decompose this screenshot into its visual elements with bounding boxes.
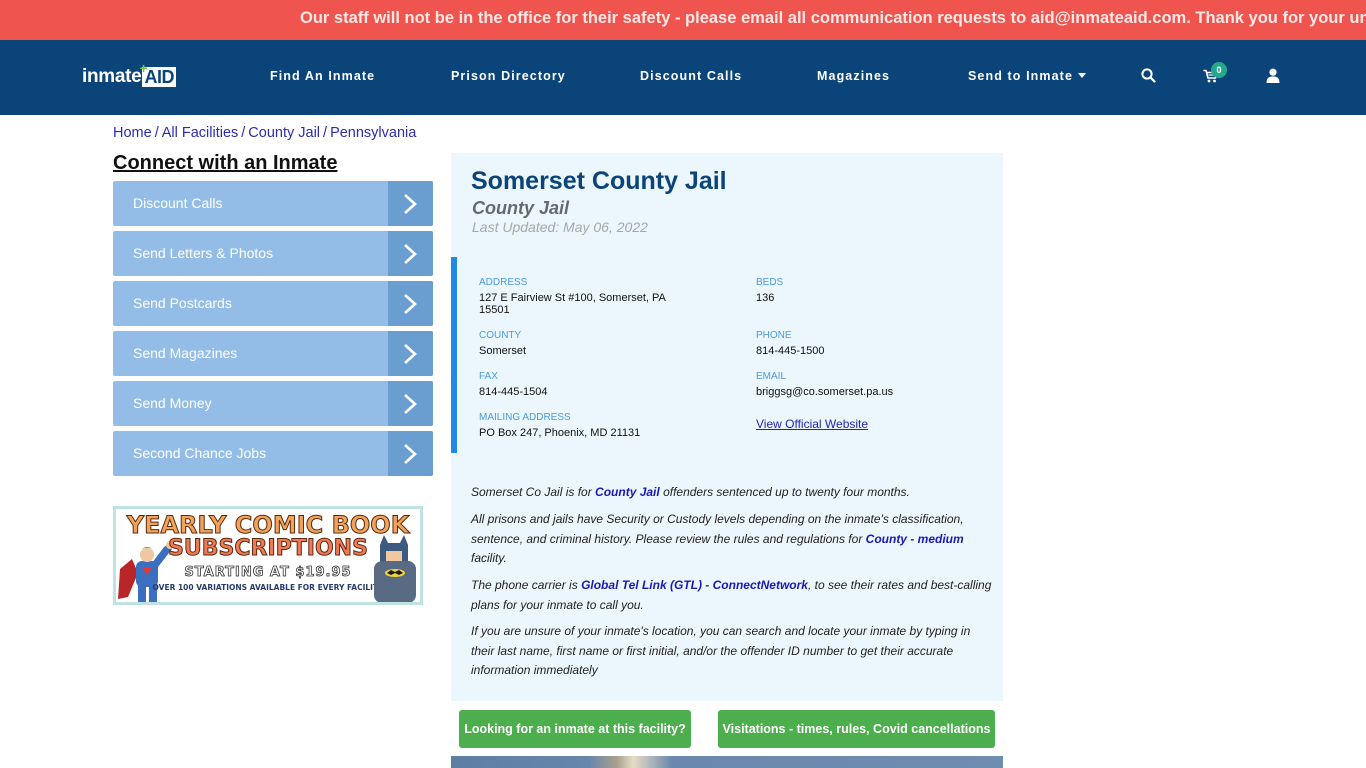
find-inmate-at-facility-button[interactable]: Looking for an inmate at this facility?	[459, 710, 691, 748]
user-icon[interactable]	[1266, 68, 1280, 88]
phone-field: PHONE 814-445-1500	[756, 330, 956, 357]
county-value: Somerset	[479, 345, 527, 357]
cart-count-badge: 0	[1211, 62, 1227, 78]
description-paragraph-3: The phone carrier is Global Tel Link (GT…	[471, 578, 992, 612]
beds-field: BEDS 136	[756, 277, 956, 304]
county-label: COUNTY	[479, 330, 522, 341]
sidebar-button-label: Discount Calls	[133, 195, 223, 211]
superhero-right-illustration	[374, 535, 416, 602]
description-paragraph-2: All prisons and jails have Security or C…	[471, 512, 964, 565]
county-jail-link[interactable]: County Jail	[595, 485, 660, 499]
description-paragraph-4: If you are unsure of your inmate's locat…	[471, 624, 971, 677]
beds-value: 136	[756, 292, 775, 304]
breadcrumb-pennsylvania[interactable]: Pennsylvania	[330, 125, 416, 141]
phone-label: PHONE	[756, 330, 792, 341]
nav-send-to-inmate[interactable]: Send to Inmate	[968, 69, 1086, 83]
chevron-right-icon	[388, 281, 433, 326]
description-paragraph-1: Somerset Co Jail is for County Jail offe…	[471, 485, 910, 499]
sidebar-button-label: Send Money	[133, 395, 212, 411]
nav-prison-directory[interactable]: Prison Directory	[451, 69, 566, 83]
email-field: EMAIL briggsg@co.somerset.pa.us	[756, 371, 956, 398]
sidebar-discount-calls-button[interactable]: Discount Calls	[113, 181, 433, 226]
fax-label: FAX	[479, 371, 498, 382]
chevron-right-icon	[388, 381, 433, 426]
nav-find-an-inmate[interactable]: Find An Inmate	[270, 69, 375, 83]
comic-subscription-ad[interactable]: YEARLY COMIC BOOK SUBSCRIPTIONS STARTING…	[113, 506, 423, 605]
alert-text: Our staff will not be in the office for …	[300, 9, 1366, 27]
facility-panel: Somerset County Jail County Jail Last Up…	[451, 153, 1003, 701]
sidebar-second-chance-jobs-button[interactable]: Second Chance Jobs	[113, 431, 433, 476]
mailing-address-value: PO Box 247, Phoenix, MD 21131	[479, 427, 641, 439]
sidebar-title: Connect with an Inmate	[113, 152, 338, 174]
sidebar-send-money-button[interactable]: Send Money	[113, 381, 433, 426]
phone-value: 814-445-1500	[756, 345, 825, 357]
mailing-address-label: MAILING ADDRESS	[479, 412, 571, 423]
chevron-right-icon	[388, 231, 433, 276]
facility-name: Somerset County Jail	[471, 167, 727, 195]
website-field: View Official Website	[756, 415, 956, 433]
breadcrumb-all-facilities[interactable]: All Facilities	[162, 125, 239, 141]
county-medium-link[interactable]: County - medium	[866, 532, 964, 546]
fax-value: 814-445-1504	[479, 386, 548, 398]
sidebar-button-label: Second Chance Jobs	[133, 445, 267, 461]
chevron-right-icon	[388, 431, 433, 476]
sidebar-button-label: Send Magazines	[133, 345, 238, 361]
top-navbar: inmate + AID Find An Inmate Prison Direct…	[0, 40, 1366, 115]
breadcrumb-county-jail[interactable]: County Jail	[248, 125, 320, 141]
sidebar-button-label: Send Postcards	[133, 295, 232, 311]
logo-text-aid: + AID	[139, 60, 176, 87]
search-icon[interactable]	[1141, 68, 1156, 88]
nav-magazines[interactable]: Magazines	[817, 69, 890, 83]
caret-down-icon	[1078, 73, 1086, 78]
view-official-website-link[interactable]: View Official Website	[756, 417, 868, 431]
plus-icon: +	[139, 60, 148, 76]
sidebar-send-postcards-button[interactable]: Send Postcards	[113, 281, 433, 326]
logo[interactable]: inmate + AID	[82, 60, 176, 89]
breadcrumb-separator: /	[323, 125, 328, 141]
mailing-address-field: MAILING ADDRESS PO Box 247, Phoenix, MD …	[479, 412, 679, 439]
breadcrumb: Home / All Facilities / County Jail / Pennsylv…	[113, 125, 416, 141]
sidebar-button-label: Send Letters & Photos	[133, 245, 274, 261]
email-label: EMAIL	[756, 371, 787, 382]
facility-photo	[451, 756, 1003, 768]
visitations-button[interactable]: Visitations - times, rules, Covid cancel…	[718, 710, 995, 748]
beds-label: BEDS	[756, 277, 784, 288]
last-updated: Last Updated: May 06, 2022	[472, 219, 648, 235]
address-label: ADDRESS	[479, 277, 528, 288]
phone-carrier-link[interactable]: Global Tel Link (GTL) - ConnectNetwork	[581, 578, 808, 592]
sidebar-send-magazines-button[interactable]: Send Magazines	[113, 331, 433, 376]
breadcrumb-separator: /	[154, 125, 159, 141]
breadcrumb-separator: /	[241, 125, 246, 141]
alert-banner: Our staff will not be in the office for …	[0, 0, 1366, 40]
nav-discount-calls[interactable]: Discount Calls	[640, 69, 742, 83]
fax-field: FAX 814-445-1504	[479, 371, 679, 398]
chevron-right-icon	[388, 181, 433, 226]
sidebar-send-letters-photos-button[interactable]: Send Letters & Photos	[113, 231, 433, 276]
breadcrumb-home[interactable]: Home	[113, 125, 152, 141]
county-field: COUNTY Somerset	[479, 330, 679, 357]
facility-type: County Jail	[472, 198, 570, 218]
address-value: 127 E Fairview St #100, Somerset, PA 155…	[479, 292, 666, 316]
logo-text-inmate: inmate	[82, 66, 142, 87]
address-field: ADDRESS 127 E Fairview St #100, Somerset…	[479, 277, 679, 316]
facility-info-card: ADDRESS 127 E Fairview St #100, Somerset…	[451, 257, 1003, 453]
chevron-right-icon	[388, 331, 433, 376]
email-value: briggsg@co.somerset.pa.us	[756, 386, 894, 398]
